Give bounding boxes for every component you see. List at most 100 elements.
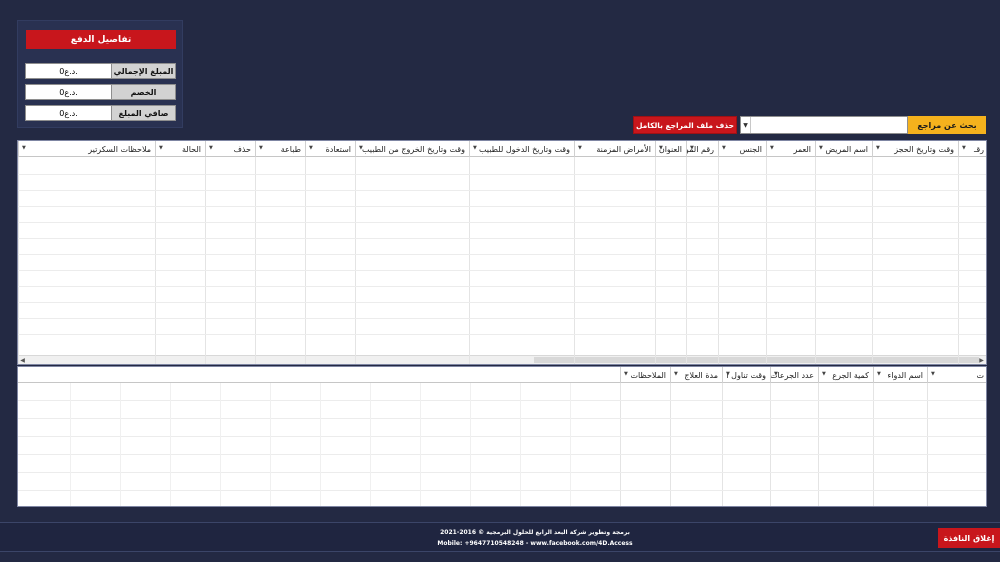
grid-column-line (155, 157, 156, 364)
prescriptions-grid[interactable]: ▼ ت ▼ اسم الدواء ▼ كمية الجرع ▼ عدد الجرعات ▼ وقت… (17, 366, 987, 507)
filter-dropdown-icon[interactable]: ▼ (578, 145, 582, 151)
appointments-column-header[interactable]: ▼ الحالة (155, 141, 205, 157)
prescriptions-grid-header: ▼ ت ▼ اسم الدواء ▼ كمية الجرع ▼ عدد الجرعات ▼ وقت… (18, 367, 986, 383)
filter-dropdown-icon[interactable]: ▼ (822, 371, 826, 377)
appointments-column-header[interactable]: ▼ رقـ (958, 141, 986, 157)
grid-column-line (305, 157, 306, 364)
prescriptions-column-header[interactable]: ▼ اسم الدواء (873, 367, 927, 383)
filter-dropdown-icon[interactable]: ▼ (774, 371, 778, 377)
filter-dropdown-icon[interactable]: ▼ (624, 371, 628, 377)
appointments-column-header[interactable]: ▼ اسم المريض (815, 141, 872, 157)
search-patient-button[interactable]: بحث عن مراجع (908, 116, 986, 134)
chevron-down-icon[interactable]: ▼ (741, 117, 751, 133)
appointments-column-header[interactable]: ▼ ملاحظات السكرتير (18, 141, 155, 157)
filter-dropdown-icon[interactable]: ▼ (159, 145, 163, 151)
grid-column-line (718, 157, 719, 364)
appointments-column-label: الجنس (739, 144, 762, 154)
grid-row-line (18, 222, 986, 223)
appointments-column-label: وقت وتاريخ الدخول للطبيب (478, 144, 570, 154)
appointments-column-header[interactable]: ▼ وقت وتاريخ الخروج من الطبيب (355, 141, 469, 157)
grid-row-line (18, 472, 986, 473)
prescriptions-column-label: وقت تناول ا (726, 370, 766, 380)
appointments-column-header[interactable]: ▼ وقت وتاريخ الدخول للطبيب (469, 141, 574, 157)
prescriptions-column-label: الملاحظات (630, 370, 666, 380)
filter-dropdown-icon[interactable]: ▼ (259, 145, 263, 151)
grid-column-line (120, 383, 121, 506)
grid-row-line (18, 400, 986, 401)
filter-dropdown-icon[interactable]: ▼ (931, 371, 935, 377)
appointments-column-header[interactable]: ▼ العنوان (655, 141, 686, 157)
filter-dropdown-icon[interactable]: ▼ (674, 371, 678, 377)
appointments-column-header[interactable]: ▼رقم الموبايل (686, 141, 718, 157)
payment-title: تفاصيل الدفع (26, 30, 176, 49)
appointments-column-header[interactable]: ▼ الأمراض المزمنة (574, 141, 655, 157)
horizontal-scrollbar[interactable]: ◀ ▶ (18, 355, 986, 364)
appointments-column-label: وقت وتاريخ الحجز (894, 144, 954, 154)
appointments-column-header[interactable]: ▼ وقت وتاريخ الحجز (872, 141, 958, 157)
filter-dropdown-icon[interactable]: ▼ (690, 145, 694, 151)
filter-dropdown-icon[interactable]: ▼ (876, 145, 880, 151)
filter-dropdown-icon[interactable]: ▼ (473, 145, 477, 151)
grid-row-line (18, 418, 986, 419)
filter-dropdown-icon[interactable]: ▼ (722, 145, 726, 151)
filter-dropdown-icon[interactable]: ▼ (819, 145, 823, 151)
filter-dropdown-icon[interactable]: ▼ (359, 145, 363, 151)
filter-dropdown-icon[interactable]: ▼ (659, 145, 663, 151)
appointments-column-header[interactable]: ▼ حذف (205, 141, 255, 157)
grid-row-line (18, 206, 986, 207)
filter-dropdown-icon[interactable]: ▼ (22, 145, 26, 151)
appointments-column-label: العمر (793, 144, 811, 154)
appointments-column-header[interactable]: ▼ طباعة (255, 141, 305, 157)
appointments-column-label: الأمراض المزمنة (596, 144, 651, 154)
filter-dropdown-icon[interactable]: ▼ (209, 145, 213, 151)
prescriptions-column-header[interactable]: ▼ الملاحظات (620, 367, 670, 383)
appointments-column-header[interactable]: ▼ العمر (766, 141, 815, 157)
grid-column-line (620, 383, 621, 506)
grid-column-line (670, 383, 671, 506)
close-window-button[interactable]: إغلاق النافذة (938, 528, 1000, 548)
prescriptions-column-header[interactable]: ▼ وقت تناول ا (722, 367, 770, 383)
prescriptions-column-header[interactable]: ▼ كمية الجرع (818, 367, 873, 383)
grid-column-line (570, 383, 571, 506)
patient-search-combo[interactable]: ▼ (740, 116, 908, 134)
prescriptions-column-label: ت (976, 370, 984, 380)
grid-row-line (18, 454, 986, 455)
credits-line: برمجة وتطوير شركة البعد الرابع للحلول ال… (440, 529, 630, 536)
filter-dropdown-icon[interactable]: ▼ (877, 371, 881, 377)
grid-row-line (18, 286, 986, 287)
grid-column-line (270, 383, 271, 506)
filter-dropdown-icon[interactable]: ▼ (770, 145, 774, 151)
appointments-column-header[interactable]: ▼ استعادة (305, 141, 355, 157)
prescriptions-column-header[interactable]: ▼ مدة العلاج (670, 367, 722, 383)
grid-column-line (815, 157, 816, 364)
appointments-grid-header: ▼ رقـ ▼ وقت وتاريخ الحجز ▼ اسم المريض ▼ العمر ▼ ا… (18, 141, 986, 157)
scrollbar-thumb[interactable] (534, 357, 979, 363)
discount-label: الخصم (112, 84, 176, 100)
grid-row-line (18, 490, 986, 491)
net-amount-row: 0د.ع. صافي المبلغ (25, 105, 176, 121)
appointments-column-label: ملاحظات السكرتير (88, 144, 151, 154)
prescriptions-column-header[interactable]: ▼ ت (927, 367, 986, 383)
grid-row-line (18, 190, 986, 191)
grid-column-line (818, 383, 819, 506)
grid-column-line (220, 383, 221, 506)
filter-dropdown-icon[interactable]: ▼ (726, 371, 730, 377)
grid-column-line (927, 383, 928, 506)
filter-dropdown-icon[interactable]: ▼ (962, 145, 966, 151)
grid-column-line (470, 383, 471, 506)
net-amount-field[interactable]: 0د.ع. (25, 105, 112, 121)
total-amount-field[interactable]: 0د.ع. (25, 63, 112, 79)
grid-column-line (655, 157, 656, 364)
discount-field[interactable]: 0د.ع. (25, 84, 112, 100)
credits-contact: Mobile: +9647710548248 - www.facebook.co… (437, 540, 633, 547)
scroll-right-icon[interactable]: ▶ (977, 356, 986, 364)
appointments-column-label: وقت وتاريخ الخروج من الطبيب (361, 144, 465, 154)
appointments-grid[interactable]: ▼ رقـ ▼ وقت وتاريخ الحجز ▼ اسم المريض ▼ العمر ▼ ا… (17, 140, 987, 365)
grid-column-line (18, 157, 19, 364)
delete-patient-file-button[interactable]: حذف ملف المراجع بالكامل (633, 116, 737, 134)
filter-dropdown-icon[interactable]: ▼ (309, 145, 313, 151)
grid-column-line (574, 157, 575, 364)
prescriptions-column-header[interactable]: ▼ عدد الجرعات (770, 367, 818, 383)
appointments-column-header[interactable]: ▼ الجنس (718, 141, 766, 157)
scroll-left-icon[interactable]: ◀ (18, 356, 27, 364)
